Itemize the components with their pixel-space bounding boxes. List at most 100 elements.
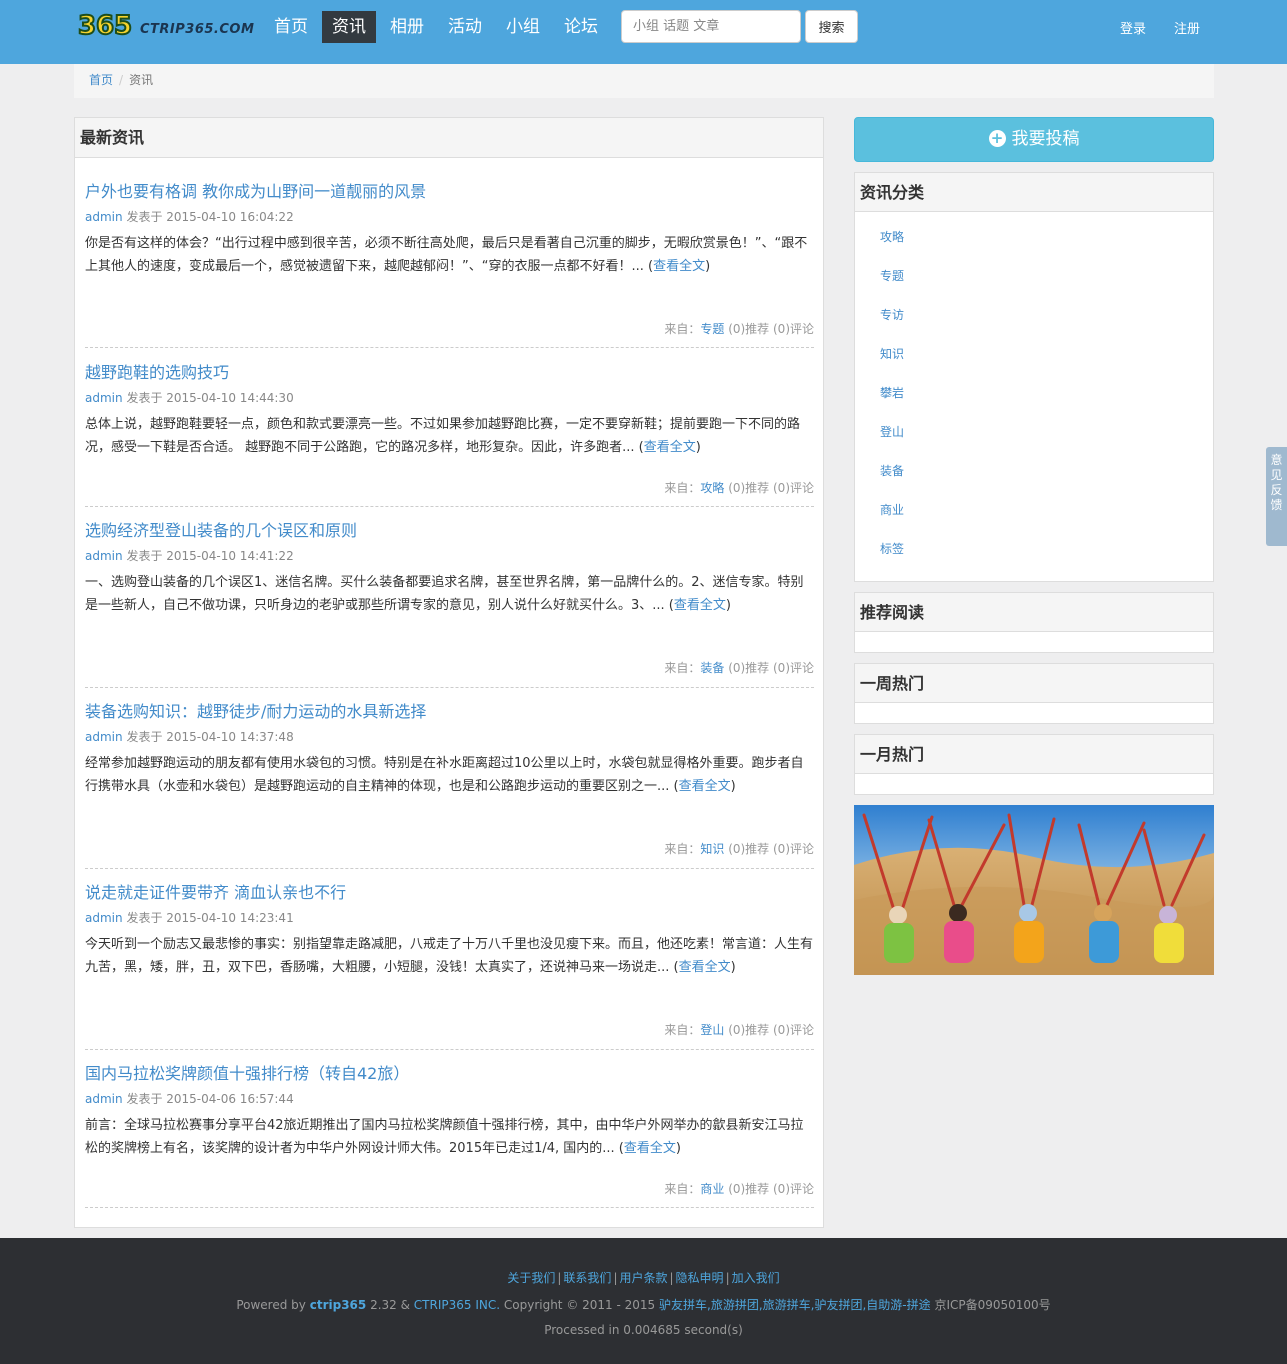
article-author[interactable]: admin (85, 911, 123, 925)
nav-events[interactable]: 活动 (438, 11, 492, 43)
article-summary: 你是否有这样的体会？“出行过程中感到很辛苦，必须不断往高处爬，最后只是看著自己沉… (85, 236, 808, 274)
category-link[interactable]: 知识 (880, 345, 1213, 384)
page-footer: 关于我们 | 联系我们 | 用户条款 | 隐私申明 | 加入我们 Powered by ctri… (0, 1238, 1287, 1364)
article-category-link[interactable]: 商业 (700, 1182, 724, 1196)
article-meta: admin 发表于 2015-04-10 14:44:30 (85, 389, 294, 406)
hikers-banner-image[interactable] (854, 805, 1214, 975)
site-keyword-links[interactable]: 驴友拼车,旅游拼团,旅游拼车,驴友拼团,自助游-拼途 (659, 1298, 931, 1312)
article-item: 装备选购知识：越野徒步/耐力运动的水具新选择 admin 发表于 2015-04… (85, 698, 814, 869)
read-more-link[interactable]: 查看全文 (624, 1141, 676, 1156)
nav-albums[interactable]: 相册 (380, 11, 434, 43)
article-meta: admin 发表于 2015-04-06 16:57:44 (85, 1090, 294, 1107)
logo-digit-3: 5 (113, 10, 133, 42)
login-link[interactable]: 登录 (1120, 18, 1146, 37)
nav-groups[interactable]: 小组 (496, 11, 550, 43)
search-input[interactable] (621, 10, 801, 43)
copyright-text: Copyright © 2011 - 2015 (503, 1298, 656, 1312)
article-title[interactable]: 户外也要有格调 教你成为山野间一道靓丽的风景 (85, 178, 426, 202)
article-meta: admin 发表于 2015-04-10 14:41:22 (85, 547, 294, 564)
article-stats: (0)推荐 (0)评论 (728, 1182, 814, 1196)
article-item: 说走就走证件要带齐 滴血认亲也不行 admin 发表于 2015-04-10 1… (85, 879, 814, 1050)
category-link[interactable]: 专访 (880, 306, 1213, 345)
logo-365-badge: 3 6 5 (76, 9, 140, 45)
nav-news[interactable]: 资讯 (322, 11, 376, 43)
submit-article-button[interactable]: + 我要投稿 (854, 117, 1214, 162)
article-category-link[interactable]: 登山 (700, 1023, 724, 1037)
category-list: 攻略 专题 专访 知识 攀岩 登山 装备 商业 标签 (855, 212, 1213, 579)
footer-divider: | (725, 1271, 730, 1285)
recommended-reading-panel: 推荐阅读 (854, 592, 1214, 653)
breadcrumb-home[interactable]: 首页 (89, 73, 113, 87)
footer-link-about[interactable]: 关于我们 (507, 1271, 555, 1285)
article-author[interactable]: admin (85, 210, 123, 224)
article-stats: (0)推荐 (0)评论 (728, 481, 814, 495)
read-more-link[interactable]: 查看全文 (644, 440, 696, 455)
processed-time: Processed in 0.004685 second(s) (544, 1323, 743, 1337)
category-link[interactable]: 标签 (880, 540, 1213, 579)
footer-link-contact[interactable]: 联系我们 (563, 1271, 611, 1285)
footer-powered: Powered by ctrip365 2.32 & CTRIP365 INC.… (0, 1296, 1287, 1313)
footer-link-privacy[interactable]: 隐私申明 (676, 1271, 724, 1285)
feedback-label: 意见反馈 (1270, 453, 1283, 512)
article-footer: 来自：专题 (0)推荐 (0)评论 (664, 320, 814, 337)
feedback-tab[interactable]: 意见反馈 (1266, 447, 1287, 546)
article-title[interactable]: 国内马拉松奖牌颜值十强排行榜（转自42旅） (85, 1060, 409, 1084)
panel-heading: 最新资讯 (75, 118, 823, 158)
article-author[interactable]: admin (85, 549, 123, 563)
read-more-link[interactable]: 查看全文 (679, 960, 731, 975)
category-link[interactable]: 攻略 (880, 228, 1213, 267)
search-button[interactable]: 搜索 (805, 10, 858, 43)
weekly-heading: 一周热门 (855, 664, 1213, 703)
nav-forum[interactable]: 论坛 (554, 11, 608, 43)
plus-circle-icon: + (988, 130, 1006, 147)
article-title[interactable]: 越野跑鞋的选购技巧 (85, 359, 229, 383)
article-stats: (0)推荐 (0)评论 (728, 322, 814, 336)
monthly-heading: 一月热门 (855, 735, 1213, 774)
category-link[interactable]: 登山 (880, 423, 1213, 462)
main-nav: 首页 资讯 相册 活动 小组 论坛 (264, 11, 612, 43)
category-link[interactable]: 攀岩 (880, 384, 1213, 423)
article-title[interactable]: 装备选购知识：越野徒步/耐力运动的水具新选择 (85, 698, 426, 722)
site-logo[interactable]: 3 6 5 CTRIP365.COM (76, 9, 255, 47)
category-link[interactable]: 商业 (880, 501, 1213, 540)
company-link[interactable]: CTRIP365 INC. (414, 1298, 500, 1312)
article-stats: (0)推荐 (0)评论 (728, 661, 814, 675)
category-link[interactable]: 装备 (880, 462, 1213, 501)
top-navbar: 3 6 5 CTRIP365.COM 首页 资讯 相册 活动 小组 论坛 搜索 … (0, 0, 1287, 64)
logo-text: CTRIP365.COM (140, 22, 255, 37)
icp-number: 京ICP备09050100号 (934, 1298, 1051, 1312)
register-link[interactable]: 注册 (1174, 18, 1200, 37)
news-categories-panel: 资讯分类 攻略 专题 专访 知识 攀岩 登山 装备 商业 标签 (854, 172, 1214, 582)
read-more-link[interactable]: 查看全文 (653, 259, 705, 274)
footer-divider: | (669, 1271, 674, 1285)
from-label: 来自： (664, 661, 701, 675)
article-author[interactable]: admin (85, 730, 123, 744)
footer-link-join[interactable]: 加入我们 (732, 1271, 780, 1285)
article-title[interactable]: 说走就走证件要带齐 滴血认亲也不行 (85, 879, 346, 903)
read-more-link[interactable]: 查看全文 (679, 779, 731, 794)
footer-link-terms[interactable]: 用户条款 (619, 1271, 667, 1285)
article-title[interactable]: 选购经济型登山装备的几个误区和原则 (85, 517, 357, 541)
submit-article-label: 我要投稿 (1011, 129, 1080, 149)
article-stats: (0)推荐 (0)评论 (728, 1023, 814, 1037)
category-link[interactable]: 专题 (880, 267, 1213, 306)
article-meta: admin 发表于 2015-04-10 16:04:22 (85, 208, 294, 225)
article-author[interactable]: admin (85, 391, 123, 405)
nav-home[interactable]: 首页 (264, 11, 318, 43)
article-category-link[interactable]: 装备 (700, 661, 724, 675)
logo-digit-1: 3 (77, 10, 97, 42)
article-category-link[interactable]: 攻略 (700, 481, 724, 495)
article-footer: 来自：知识 (0)推荐 (0)评论 (664, 840, 814, 857)
article-date: 发表于 2015-04-10 14:44:30 (126, 391, 294, 405)
article-category-link[interactable]: 知识 (700, 842, 724, 856)
article-item: 越野跑鞋的选购技巧 admin 发表于 2015-04-10 14:44:30 … (85, 359, 814, 507)
article-category-link[interactable]: 专题 (700, 322, 724, 336)
read-more-link[interactable]: 查看全文 (674, 598, 726, 613)
categories-heading: 资讯分类 (855, 173, 1213, 212)
article-meta: admin 发表于 2015-04-10 14:37:48 (85, 728, 294, 745)
article-item: 国内马拉松奖牌颜值十强排行榜（转自42旅） admin 发表于 2015-04-… (85, 1060, 814, 1208)
article-date: 发表于 2015-04-10 14:37:48 (126, 730, 294, 744)
article-stats: (0)推荐 (0)评论 (728, 842, 814, 856)
powered-version: 2.32 & (370, 1298, 410, 1312)
article-author[interactable]: admin (85, 1092, 123, 1106)
